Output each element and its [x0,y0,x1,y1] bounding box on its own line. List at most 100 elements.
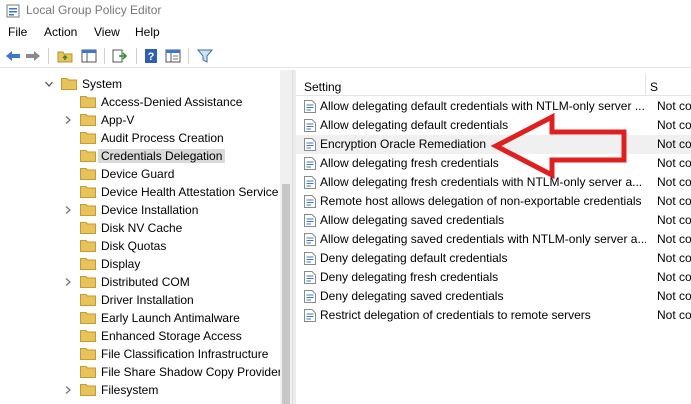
list-item[interactable]: Deny delegating default credentials Not c… [296,249,691,268]
tree-item-label: File Share Shadow Copy Provider [101,365,282,379]
tree-item[interactable]: Enhanced Storage Access [0,327,280,345]
group-policy-icon [6,4,20,18]
svg-text:?: ? [148,51,155,63]
menu-action[interactable]: Action [44,25,77,39]
forward-icon[interactable] [24,48,42,64]
main-window: Local Group Policy Editor File Action Vi… [0,0,691,404]
tree-item[interactable]: Audit Process Creation [0,129,280,147]
list-item[interactable]: Restrict delegation of credentials to re… [296,306,691,325]
tree-item-label: Access-Denied Assistance [101,95,243,109]
toolbar: ? [0,44,691,68]
folder-icon [80,150,96,162]
show-hide-tree-icon[interactable] [80,48,98,64]
tree-item-label: Enhanced Storage Access [101,329,242,343]
setting-name: Allow delegating default credentials wit… [320,99,645,113]
tree-item[interactable]: File Share Shadow Copy Provider [0,363,282,381]
list-header: Setting S [296,74,691,96]
policy-setting-icon [304,119,316,132]
tree-item[interactable]: Disk Quotas [0,237,280,255]
setting-state: Not co [657,194,691,208]
tree-item-label: Disk Quotas [101,239,167,253]
chevron-right-icon[interactable] [63,115,73,125]
setting-state: Not co [657,99,691,113]
tree-item-label: Filesystem [101,383,159,397]
policy-setting-icon [304,233,316,246]
column-separator[interactable] [645,74,646,96]
folder-icon [61,78,77,90]
title-bar[interactable]: Local Group Policy Editor [0,0,691,22]
folder-icon [80,294,96,306]
list-item[interactable]: Deny delegating saved credentials Not co [296,287,691,306]
tree-item[interactable]: Device Health Attestation Service [0,183,280,201]
folder-icon [80,222,96,234]
tree-item[interactable]: Device Installation [0,201,280,219]
tree-item[interactable]: Filesystem [0,381,280,399]
folder-icon [80,384,96,396]
policy-setting-icon [304,290,316,303]
tree-item[interactable]: File Classification Infrastructure [0,345,280,363]
tree-item-system[interactable]: System [0,75,280,93]
tree-scrollbar[interactable] [280,70,292,404]
menu-file[interactable]: File [8,25,27,39]
policy-setting-icon [304,309,316,322]
tree-item[interactable]: Device Guard [0,165,280,183]
help-icon[interactable]: ? [142,48,160,64]
filter-icon[interactable] [196,48,214,64]
folder-icon [80,96,96,108]
tree-item-label: Early Launch Antimalware [101,311,240,325]
folder-icon [80,330,96,342]
setting-state: Not co [657,289,691,303]
properties-icon[interactable] [164,48,182,64]
tree-pane[interactable]: System Access-Denied Assistance App-V Audit… [0,70,292,404]
tree-item-label: Distributed COM [101,275,190,289]
column-header-state[interactable]: S [650,80,658,94]
menu-help[interactable]: Help [135,25,160,39]
tree-item[interactable]: Driver Installation [0,291,280,309]
policy-setting-icon [304,214,316,227]
folder-icon [80,312,96,324]
column-header-setting[interactable]: Setting [304,80,341,94]
setting-name: Deny delegating default credentials [320,251,508,265]
list-item[interactable]: Deny delegating fresh credentials Not co [296,268,691,287]
tree-item-label: Device Installation [101,203,199,217]
menu-bar: File Action View Help [0,22,691,42]
list-item[interactable]: Allow delegating saved credentials with … [296,230,691,249]
folder-icon [80,276,96,288]
list-item[interactable]: Allow delegating saved credentials Not co [296,211,691,230]
setting-name: Allow delegating saved credentials [320,213,505,227]
tree-scroll-thumb[interactable] [282,184,290,404]
up-folder-icon[interactable] [56,48,74,64]
setting-state: Not co [657,118,691,132]
setting-name: Remote host allows delegation of non-exp… [320,194,642,208]
policy-setting-icon [304,176,316,189]
policy-setting-icon [304,195,316,208]
chevron-right-icon[interactable] [63,277,73,287]
folder-icon [80,168,96,180]
tree-item[interactable]: Display [0,255,280,273]
tree-item[interactable]: Distributed COM [0,273,280,291]
menu-view[interactable]: View [94,25,120,39]
chevron-right-icon[interactable] [63,385,73,395]
folder-icon [80,132,96,144]
export-list-icon[interactable] [110,48,128,64]
chevron-down-icon[interactable] [44,79,54,89]
tree-item[interactable]: Disk NV Cache [0,219,280,237]
tree-item[interactable]: App-V [0,111,280,129]
folder-icon [80,114,96,126]
tree-item[interactable]: Early Launch Antimalware [0,309,280,327]
setting-state: Not co [657,308,691,322]
toolbar-separator [188,48,189,64]
folder-icon [80,240,96,252]
toolbar-separator [136,48,137,64]
red-arrow-annotation [490,112,627,180]
back-icon[interactable] [4,48,22,64]
list-item[interactable]: Remote host allows delegation of non-exp… [296,192,691,211]
tree-item[interactable]: Credentials Delegation [0,147,280,165]
tree-item-label: Audit Process Creation [101,131,224,145]
tree-item-label: Device Health Attestation Service [101,185,279,199]
tree-item[interactable]: Access-Denied Assistance [0,93,280,111]
chevron-right-icon[interactable] [63,205,73,215]
setting-state: Not co [657,137,691,151]
setting-state: Not co [657,156,691,170]
folder-icon [80,186,96,198]
